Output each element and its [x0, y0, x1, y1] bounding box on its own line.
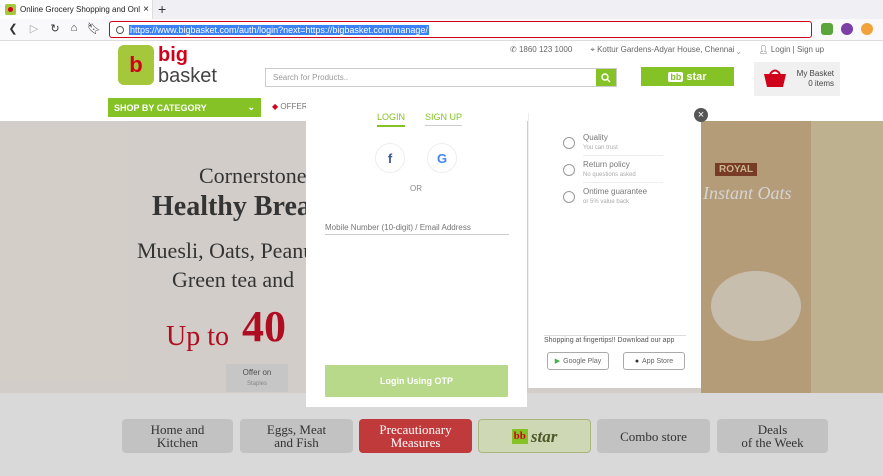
google-play-icon: ▶	[554, 358, 561, 365]
tile-bbstar[interactable]: bb star	[478, 419, 591, 453]
google-play-button[interactable]: ▶ Google Play	[547, 352, 609, 370]
login-link[interactable]: Login	[771, 45, 791, 54]
facebook-icon: f	[387, 150, 393, 166]
browser-tab[interactable]: Online Grocery Shopping and Onl ×	[0, 0, 153, 19]
search-icon	[601, 72, 611, 82]
login-modal: LOGIN SIGN UP f G OR Login Using OTP	[306, 89, 527, 407]
bigbasket-logo[interactable]: b big basket	[118, 45, 220, 91]
tab-login[interactable]: LOGIN	[377, 112, 406, 127]
download-app-text: Shopping at fingertips!! Download our ap…	[544, 337, 675, 344]
tab-title: Online Grocery Shopping and Onl	[20, 5, 140, 14]
my-basket[interactable]: My Basket 0 items	[754, 62, 840, 96]
tab-signup[interactable]: SIGN UP	[425, 112, 463, 126]
shop-by-category-label: SHOP BY CATEGORY	[114, 102, 207, 113]
bb-star-icon: bb	[668, 71, 684, 82]
quality-icon	[563, 137, 575, 149]
app-store-button[interactable]: ● App Store	[623, 352, 685, 370]
new-tab-button[interactable]: +	[158, 1, 166, 17]
browser-nav-bar: ❮ ▷ ↻ ⌂ 🔖︎ https://www.bigbasket.com/aut…	[0, 19, 883, 41]
reload-icon[interactable]: ↻	[48, 22, 62, 35]
apple-icon: ●	[634, 357, 640, 365]
tile-deals-of-week[interactable]: Deals of the Week	[717, 419, 828, 453]
search-input[interactable]: Search for Products..	[265, 68, 617, 87]
forward-icon[interactable]: ▷	[27, 22, 41, 35]
google-icon: G	[436, 150, 448, 166]
login-signup[interactable]: 👤︎ Login | Sign up	[758, 45, 824, 55]
bigbasket-favicon-icon	[5, 4, 16, 15]
tile-combo-store[interactable]: Combo store	[597, 419, 710, 453]
tile-home-kitchen[interactable]: Home and Kitchen	[122, 419, 233, 453]
basket-label: My Basket 0 items	[796, 69, 834, 88]
dark-mode-icon[interactable]	[841, 23, 853, 35]
bookmark-icon[interactable]: 🔖︎	[87, 22, 101, 35]
search-button[interactable]	[596, 69, 616, 86]
phone-number: ✆ 1860 123 1000	[510, 45, 573, 54]
download-icon[interactable]	[821, 23, 833, 35]
or-divider: OR	[410, 184, 422, 193]
tile-precautionary-measures[interactable]: Precautionary Measures	[359, 419, 472, 453]
logo-text-basket: basket	[158, 65, 217, 87]
google-login-button[interactable]: G	[427, 143, 457, 173]
login-otp-button[interactable]: Login Using OTP	[325, 365, 508, 397]
login-modal-features: Quality You can trust Return policy No q…	[528, 113, 701, 388]
tile-eggs-meat-fish[interactable]: Eggs, Meat and Fish	[240, 419, 353, 453]
back-icon[interactable]: ❮	[6, 22, 20, 35]
page: b big basket ✆ 1860 123 1000 ⌖ Kottur Ga…	[0, 41, 883, 476]
url-text: https://www.bigbasket.com/auth/login?nex…	[129, 24, 429, 35]
close-modal-icon[interactable]: ×	[694, 108, 708, 122]
google-play-label: Google Play	[563, 357, 602, 365]
logo-text-big: big	[158, 44, 188, 66]
top-info-bar: ✆ 1860 123 1000 ⌖ Kottur Gardens-Adyar H…	[510, 45, 824, 55]
home-icon[interactable]: ⌂	[67, 22, 81, 34]
basket-icon	[764, 69, 786, 87]
ontime-guarantee-icon	[563, 191, 575, 203]
facebook-login-button[interactable]: f	[375, 143, 405, 173]
signup-link[interactable]: Sign up	[797, 45, 824, 54]
cookie-icon[interactable]	[861, 23, 873, 35]
site-info-icon[interactable]	[116, 25, 124, 34]
shop-by-category-button[interactable]: SHOP BY CATEGORY ⌄	[108, 98, 261, 117]
divider	[583, 155, 663, 156]
search-placeholder: Search for Products..	[273, 73, 349, 82]
chevron-down-icon: ⌄	[247, 102, 255, 112]
mobile-email-input[interactable]	[325, 221, 509, 235]
location-selector[interactable]: ⌖ Kottur Gardens-Adyar House, Chennai ⌄	[590, 45, 740, 55]
tag-icon: ◆	[272, 102, 279, 111]
bbstar-label: star	[686, 70, 707, 83]
feature-ontime-guarantee: Ontime guarantee or 5% value back	[583, 187, 648, 205]
feature-return-policy: Return policy No questions asked	[583, 160, 636, 178]
address-bar[interactable]: https://www.bigbasket.com/auth/login?nex…	[109, 21, 812, 38]
app-store-label: App Store	[642, 357, 674, 365]
bbstar-button[interactable]: bb star	[641, 67, 734, 86]
logo-mark-icon: b	[118, 45, 154, 85]
feature-quality: Quality You can trust	[583, 133, 618, 151]
tab-close-icon[interactable]: ×	[140, 4, 152, 15]
bb-logo-icon: bb	[511, 428, 528, 444]
browser-tab-bar: Online Grocery Shopping and Onl × +	[0, 0, 883, 19]
divider	[544, 335, 686, 336]
return-policy-icon	[563, 164, 575, 176]
divider	[583, 182, 663, 183]
